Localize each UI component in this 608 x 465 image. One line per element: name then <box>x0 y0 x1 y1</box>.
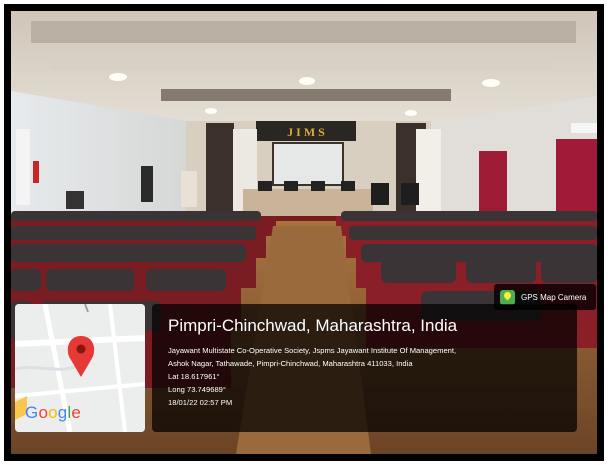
google-logo-letter: o <box>38 403 49 422</box>
geotag-info-panel: Pimpri-Chinchwad, Maharashtra, India Jay… <box>152 304 577 432</box>
badge-label: GPS Map Camera <box>521 292 587 302</box>
google-logo-letter: e <box>71 403 82 422</box>
latitude: Lat 18.617961° <box>168 372 220 381</box>
address-line-2: Ashok Nagar, Tathawade, Pimpri-Chinchwad… <box>168 359 413 368</box>
stage-banner: J I M S <box>287 125 325 139</box>
date-time: 18/01/22 02:57 PM <box>168 398 233 407</box>
longitude: Long 73.749689° <box>168 385 226 394</box>
google-logo-letter: g <box>57 403 68 422</box>
location-title: Pimpri-Chinchwad, Maharashtra, India <box>168 316 458 335</box>
google-logo-letter: o <box>48 403 58 422</box>
location-map-thumbnail: Google <box>15 304 145 432</box>
address-line-1: Jayawant Multistate Co-Operative Society… <box>168 346 457 355</box>
google-logo: Google <box>25 403 81 423</box>
google-logo-letter: G <box>25 403 39 422</box>
gps-map-camera-logo-icon <box>500 289 515 305</box>
